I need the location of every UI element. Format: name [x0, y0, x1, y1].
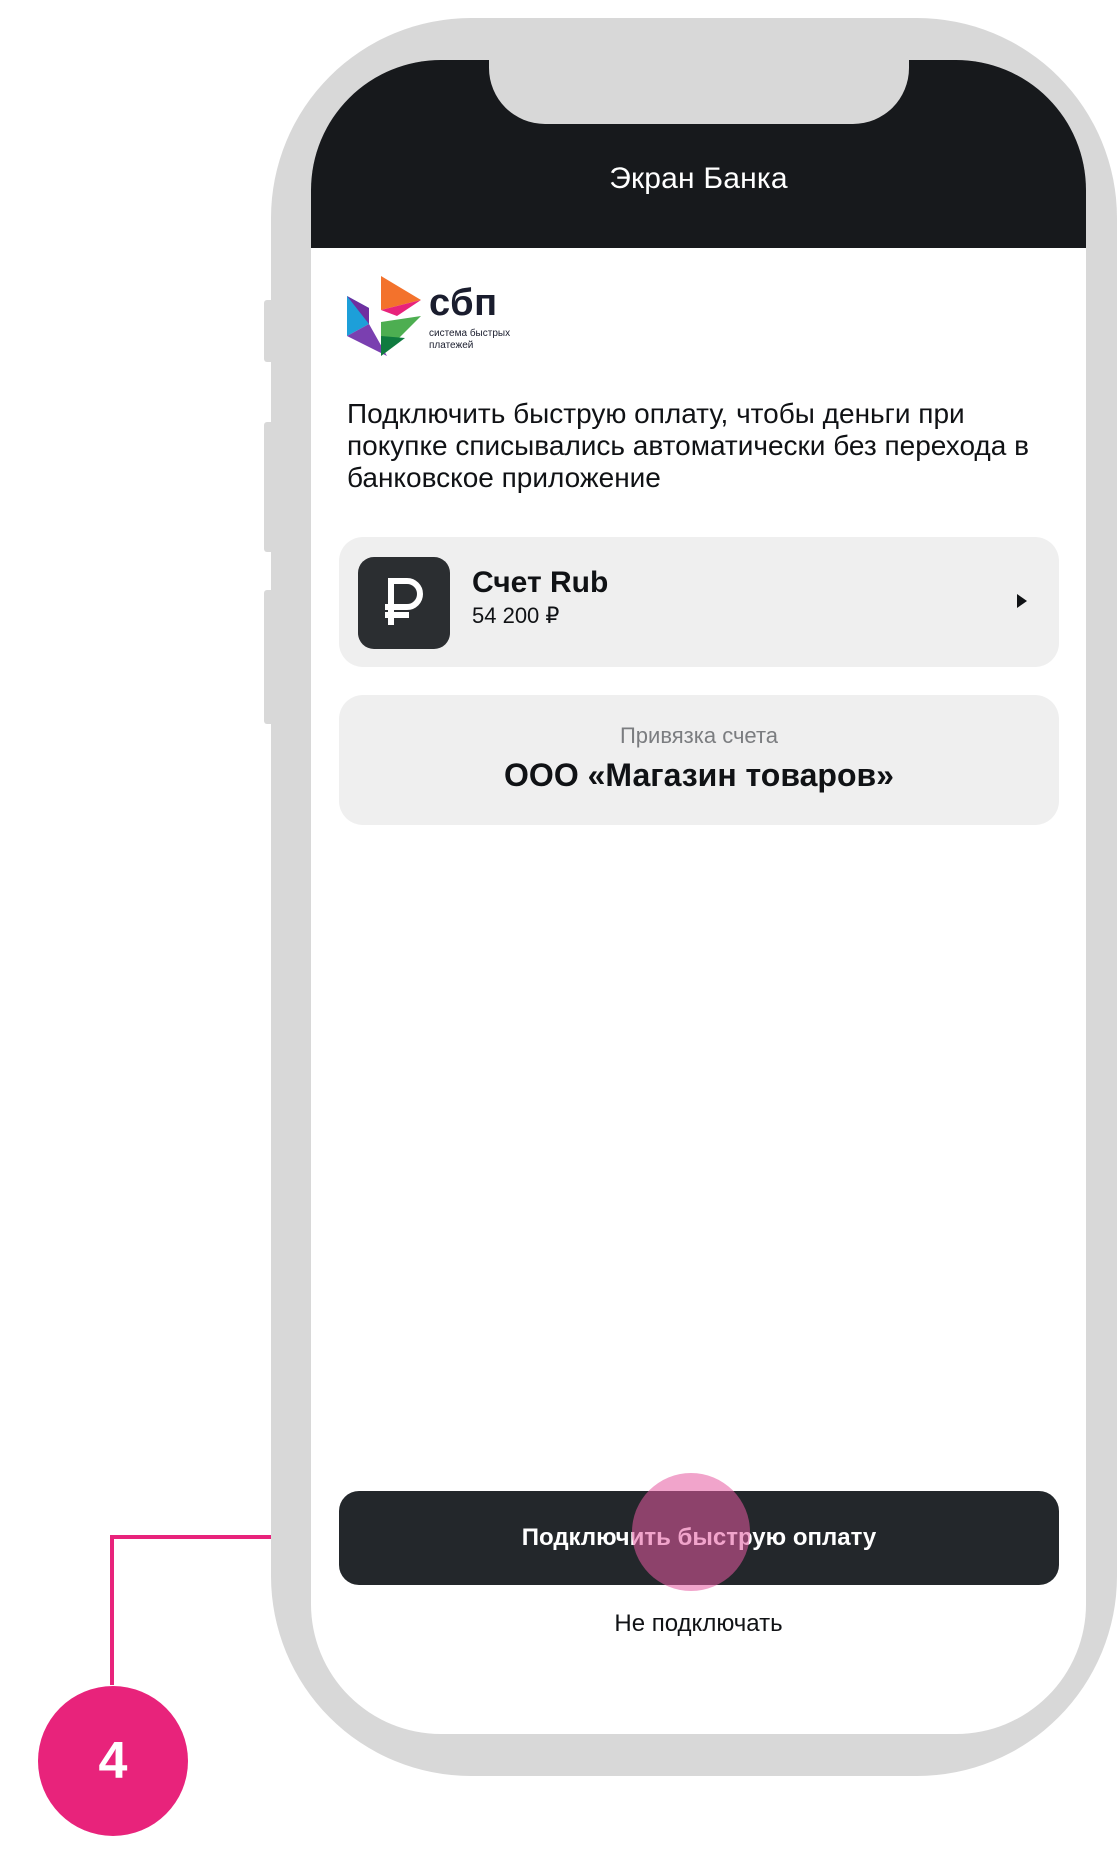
- app-screen: 4 Экран Банка сбп система быстрых платеж…: [0, 0, 1117, 1866]
- sbp-tagline: система быстрых платежей: [429, 328, 511, 351]
- account-selector[interactable]: Счет Rub 54 200 ₽: [339, 537, 1059, 667]
- connect-description: Подключить быструю оплату, чтобы деньги …: [347, 398, 1029, 493]
- merchant-card: Привязка счета ООО «Магазин товаров»: [339, 695, 1059, 825]
- sbp-logo: сбп система быстрых платежей: [347, 276, 537, 356]
- sbp-wordmark: сбп: [429, 282, 498, 324]
- connect-fast-payment-button[interactable]: Подключить быструю оплату: [339, 1491, 1059, 1585]
- callout-connector-vertical: [110, 1535, 114, 1685]
- decline-button[interactable]: Не подключать: [311, 1610, 1086, 1638]
- step-number-badge: 4: [38, 1686, 188, 1836]
- merchant-label: Привязка счета: [619, 723, 779, 748]
- screen-header: Экран Банка: [311, 60, 1086, 248]
- merchant-name: ООО «Магазин товаров»: [504, 757, 894, 793]
- phone-notch: [489, 60, 909, 124]
- phone-screen: Экран Банка сбп система быстрых платежей…: [311, 60, 1086, 1734]
- page-title: Экран Банка: [609, 162, 788, 195]
- account-name: Счет Rub: [472, 566, 609, 599]
- account-balance: 54 200 ₽: [472, 603, 560, 628]
- ruble-icon: [358, 557, 450, 649]
- sbp-logo-icon: [347, 276, 421, 356]
- chevron-right-icon: [1017, 594, 1027, 608]
